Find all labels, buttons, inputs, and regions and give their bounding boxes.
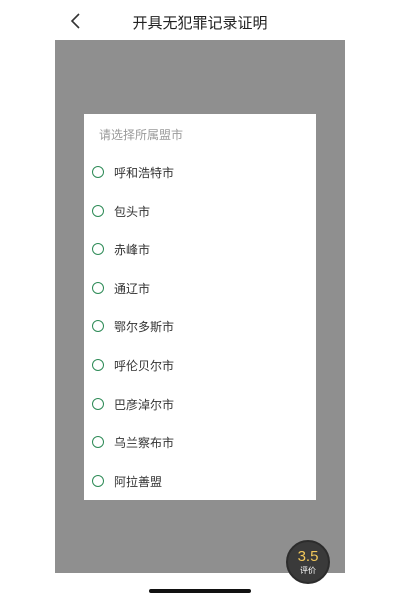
option-alxa[interactable]: 阿拉善盟 — [91, 467, 309, 495]
option-label: 赤峰市 — [114, 242, 151, 257]
rating-badge[interactable]: 3.5 评价 — [286, 540, 330, 584]
option-label: 鄂尔多斯市 — [114, 319, 175, 334]
option-label: 通辽市 — [114, 281, 151, 296]
option-hohhot[interactable]: 呼和浩特市 — [91, 158, 309, 186]
option-label: 阿拉善盟 — [114, 474, 163, 489]
radio-icon[interactable] — [92, 320, 104, 332]
option-bayannur[interactable]: 巴彦淖尔市 — [91, 390, 309, 418]
option-tongliao[interactable]: 通辽市 — [91, 274, 309, 302]
option-label: 乌兰察布市 — [114, 435, 175, 450]
app-header: 开具无犯罪记录证明 — [55, 0, 345, 40]
option-label: 呼和浩特市 — [114, 165, 175, 180]
option-label: 呼伦贝尔市 — [114, 358, 175, 373]
dialog-hint: 请选择所属盟市 — [99, 128, 184, 142]
radio-icon[interactable] — [92, 436, 104, 448]
option-label: 包头市 — [114, 204, 151, 219]
rating-label: 评价 — [300, 565, 316, 575]
option-ordos[interactable]: 鄂尔多斯市 — [91, 312, 309, 340]
radio-icon[interactable] — [92, 243, 104, 255]
option-chifeng[interactable]: 赤峰市 — [91, 235, 309, 263]
radio-icon[interactable] — [92, 282, 104, 294]
rating-score: 3.5 — [297, 547, 319, 565]
radio-icon[interactable] — [92, 205, 104, 217]
home-indicator[interactable] — [149, 589, 251, 593]
radio-icon[interactable] — [92, 166, 104, 178]
option-hulunbuir[interactable]: 呼伦贝尔市 — [91, 351, 309, 379]
option-label: 巴彦淖尔市 — [114, 397, 175, 412]
page-title: 开具无犯罪记录证明 — [132, 14, 268, 32]
city-select-dialog: 请选择所属盟市 呼和浩特市 包头市 赤峰市 通辽市 鄂尔多斯市 呼伦贝尔市 巴彦… — [84, 114, 316, 500]
radio-icon[interactable] — [92, 475, 104, 487]
radio-icon[interactable] — [92, 398, 104, 410]
radio-icon[interactable] — [92, 359, 104, 371]
option-ulanqab[interactable]: 乌兰察布市 — [91, 428, 309, 456]
option-baotou[interactable]: 包头市 — [91, 197, 309, 225]
